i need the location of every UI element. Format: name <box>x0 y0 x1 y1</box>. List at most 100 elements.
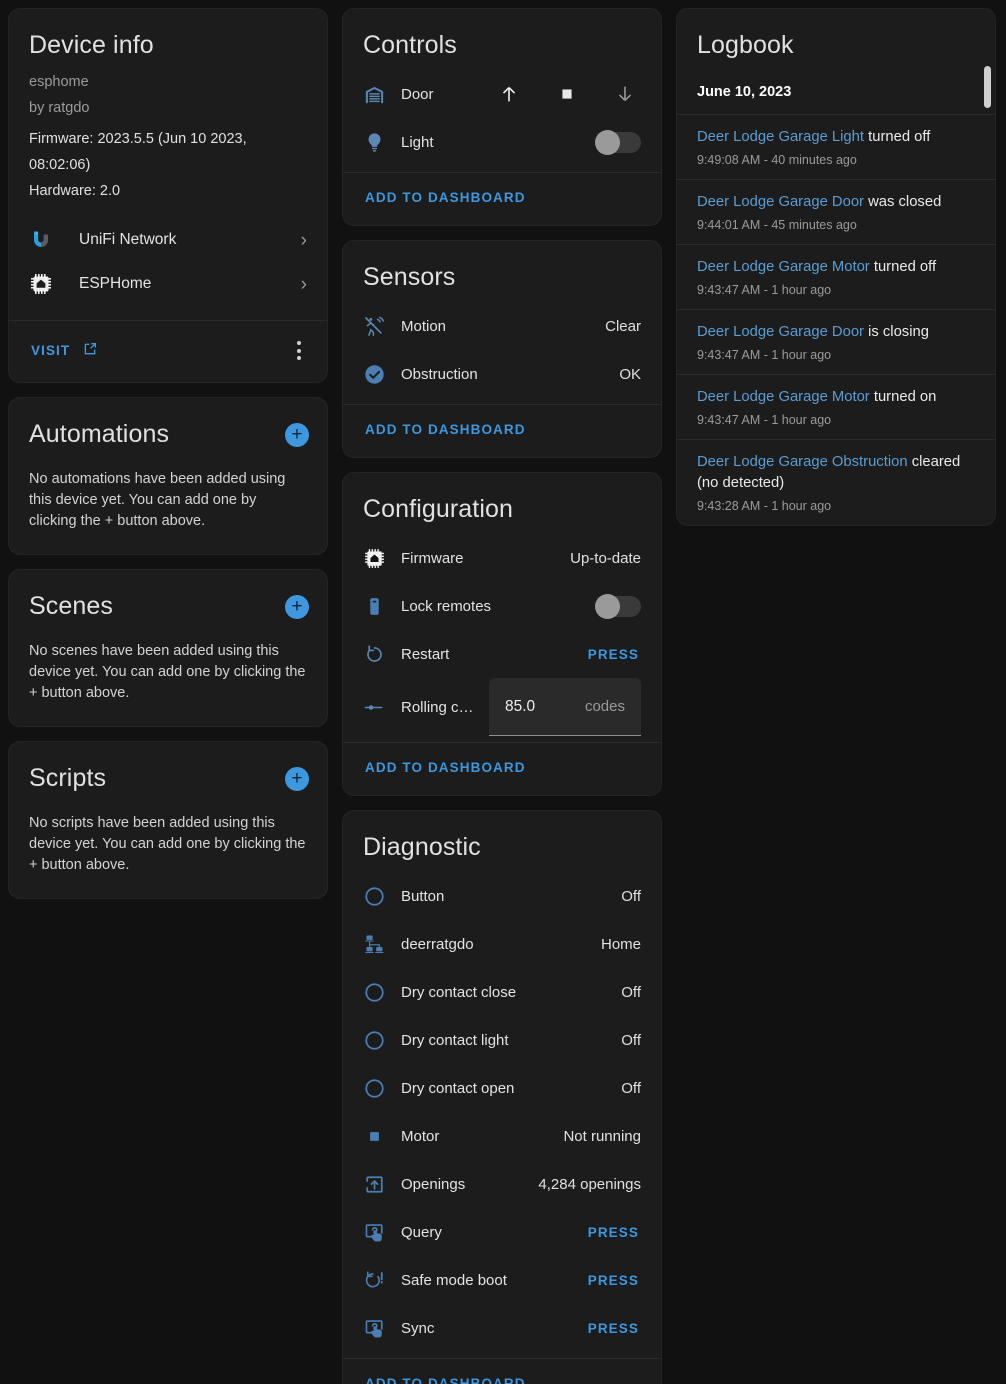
logbook-entity-link[interactable]: Deer Lodge Garage Door <box>697 194 864 210</box>
scenes-empty-text: No scenes have been added using this dev… <box>29 643 306 701</box>
logbook-entry[interactable]: Deer Lodge Garage Motor turned off 9:43:… <box>677 244 995 309</box>
logbook-entry[interactable]: Deer Lodge Garage Obstruction cleared (n… <box>677 439 995 525</box>
diagnostic-row-motor: Motor Not running <box>363 1112 641 1160</box>
light-toggle-switch[interactable] <box>595 129 641 155</box>
check-circle-icon <box>363 363 397 386</box>
add-script-button[interactable]: + <box>285 766 309 791</box>
kebab-dot <box>297 341 301 345</box>
restart-press-button[interactable]: PRESS <box>586 641 641 668</box>
toggle-knob <box>595 129 620 155</box>
diagnostic-value: Off <box>621 1031 641 1049</box>
config-row-lock-remotes: Lock remotes <box>363 582 641 630</box>
logbook-action: was closed <box>863 194 942 210</box>
square-filled-icon <box>363 1125 397 1148</box>
controls-footer: ADD TO DASHBOARD <box>343 172 661 225</box>
sensors-rows: Motion Clear Obstruction OK <box>343 298 661 404</box>
diagnostic-row-dry-contact-open: Dry contact open Off <box>363 1064 641 1112</box>
logbook-entry-time: 9:44:01 AM - 45 minutes ago <box>697 218 857 232</box>
logbook-entity-link[interactable]: Deer Lodge Garage Door <box>697 324 864 340</box>
logbook-entry-text: Deer Lodge Garage Obstruction cleared (n… <box>697 452 975 494</box>
safe-mode-boot-press-button[interactable]: PRESS <box>586 1267 641 1294</box>
visit-label: VISIT <box>31 343 71 358</box>
logbook-action: turned on <box>869 389 937 405</box>
diagnostic-row-query: Query PRESS <box>363 1208 641 1256</box>
logbook-entity-link[interactable]: Deer Lodge Garage Motor <box>697 389 870 405</box>
controls-title: Controls <box>363 31 457 59</box>
door-open-up-icon[interactable] <box>497 82 521 106</box>
diagnostic-value: Off <box>621 983 641 1001</box>
column-right: Logbook June 10, 2023 Deer Lodge Garage … <box>676 8 996 526</box>
logbook-entry[interactable]: Deer Lodge Garage Door is closing 9:43:4… <box>677 309 995 374</box>
add-to-dashboard-controls-button[interactable]: ADD TO DASHBOARD <box>365 190 526 205</box>
slider-icon <box>363 696 397 719</box>
device-page: Device info esphome by ratgdo Firmware: … <box>0 0 1006 1384</box>
logbook-entity-link[interactable]: Deer Lodge Garage Obstruction <box>697 454 908 470</box>
circle-outline-icon <box>363 885 397 908</box>
sensor-obstruction-value: OK <box>619 365 641 383</box>
configuration-card: Configuration Firmware Up-to-date Lock r… <box>342 472 662 796</box>
gesture-tap-icon <box>363 1317 397 1340</box>
rolling-code-value: 85.0 <box>505 697 536 715</box>
logbook-entry[interactable]: Deer Lodge Garage Door was closed 9:44:0… <box>677 179 995 244</box>
logbook-entry[interactable]: Deer Lodge Garage Motor turned on 9:43:4… <box>677 374 995 439</box>
add-scene-button[interactable]: + <box>285 594 309 619</box>
add-to-dashboard-sensors-button[interactable]: ADD TO DASHBOARD <box>365 422 526 437</box>
lock-remotes-toggle-switch[interactable] <box>595 593 641 619</box>
diagnostic-value: Off <box>621 1079 641 1097</box>
add-automation-button[interactable]: + <box>285 422 309 447</box>
diagnostic-label: Button <box>401 887 445 905</box>
door-close-down-icon[interactable] <box>613 82 637 106</box>
visit-button[interactable]: VISIT <box>31 341 98 360</box>
logbook-scrollbar-thumb[interactable] <box>984 66 991 108</box>
restart-icon <box>363 643 397 666</box>
config-lock-remotes-label: Lock remotes <box>401 597 492 615</box>
logbook-scrollbar[interactable] <box>984 66 991 521</box>
diagnostic-row-openings: Openings 4,284 openings <box>363 1160 641 1208</box>
chevron-right-icon: › <box>300 273 307 295</box>
diagnostic-row-button: Button Off <box>363 872 641 920</box>
logbook-entity-link[interactable]: Deer Lodge Garage Motor <box>697 259 870 275</box>
link-unifi-network[interactable]: UniFi Network › <box>29 218 307 262</box>
chevron-right-icon: › <box>300 229 307 251</box>
scripts-header: Scripts + <box>9 742 327 799</box>
diagnostic-title: Diagnostic <box>363 833 481 861</box>
logbook-entry-text: Deer Lodge Garage Door was closed <box>697 192 975 213</box>
logbook-entry[interactable]: Deer Lodge Garage Light turned off 9:49:… <box>677 114 995 179</box>
gesture-tap-icon <box>363 1221 397 1244</box>
config-row-firmware: Firmware Up-to-date <box>363 534 641 582</box>
device-integration: esphome <box>29 74 89 90</box>
query-press-button[interactable]: PRESS <box>586 1219 641 1246</box>
diagnostic-row-dry-contact-light: Dry contact light Off <box>363 1016 641 1064</box>
add-to-dashboard-configuration-button[interactable]: ADD TO DASHBOARD <box>365 760 526 775</box>
config-firmware-value: Up-to-date <box>570 549 641 567</box>
diagnostic-row-sync: Sync PRESS <box>363 1304 641 1352</box>
config-restart-label: Restart <box>401 645 450 663</box>
device-firmware: Firmware: 2023.5.5 (Jun 10 2023, 08:02:0… <box>29 131 247 173</box>
diagnostic-label: deerratgdo <box>401 935 474 953</box>
diagnostic-value: Not running <box>563 1127 641 1145</box>
scripts-card: Scripts + No scripts have been added usi… <box>8 741 328 899</box>
add-to-dashboard-diagnostic-button[interactable]: ADD TO DASHBOARD <box>365 1376 526 1384</box>
column-left: Device info esphome by ratgdo Firmware: … <box>8 8 328 899</box>
logbook-entry-time: 9:43:47 AM - 1 hour ago <box>697 348 832 362</box>
rolling-code-unit: codes <box>584 698 625 715</box>
chip-home-icon <box>363 547 397 570</box>
logbook-entity-link[interactable]: Deer Lodge Garage Light <box>697 129 864 145</box>
logbook-action: turned off <box>864 129 931 145</box>
door-stop-square-icon[interactable] <box>555 82 579 106</box>
device-overflow-menu-button[interactable] <box>291 335 307 366</box>
door-control-buttons <box>497 82 641 106</box>
configuration-rows: Firmware Up-to-date Lock remotes Restart… <box>343 530 661 742</box>
scripts-empty-text: No scripts have been added using this de… <box>29 815 306 873</box>
diagnostic-label: Query <box>401 1223 442 1241</box>
rolling-code-input[interactable]: 85.0 codes <box>489 678 641 736</box>
diagnostic-card: Diagnostic Button Off deerratgdo Home Dr… <box>342 810 662 1384</box>
link-esphome[interactable]: ESPHome › <box>29 262 307 306</box>
logbook-entry-text: Deer Lodge Garage Motor turned on <box>697 387 975 408</box>
diagnostic-label: Dry contact close <box>401 983 517 1001</box>
circle-outline-icon <box>363 1077 397 1100</box>
sync-press-button[interactable]: PRESS <box>586 1315 641 1342</box>
open-in-new-icon <box>82 341 98 360</box>
kebab-dot <box>297 356 301 360</box>
box-arrow-up-icon <box>363 1173 397 1196</box>
